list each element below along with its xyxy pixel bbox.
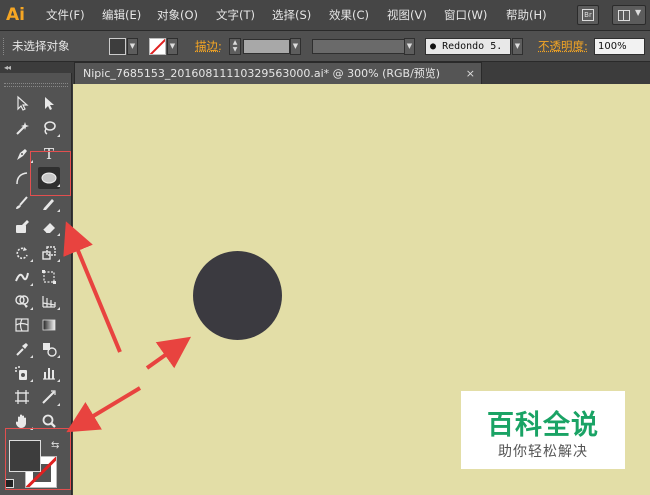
stroke-weight-label[interactable]: 描边:	[195, 31, 222, 61]
tool-flyout-corner-icon	[57, 355, 60, 358]
menu-window[interactable]: 窗口(W)	[444, 0, 487, 31]
mesh-tool-icon[interactable]	[11, 314, 33, 336]
watermark-subtitle: 助你轻松解决	[498, 444, 588, 460]
menu-edit[interactable]: 编辑(E)	[102, 0, 141, 31]
opacity-input[interactable]: 100%	[594, 38, 645, 55]
slice-tool-icon[interactable]	[38, 386, 60, 408]
panel-grip[interactable]	[3, 38, 7, 55]
menu-object[interactable]: 对象(O)	[157, 0, 198, 31]
stroke-weight-input[interactable]	[243, 39, 290, 54]
menu-help[interactable]: 帮助(H)	[506, 0, 547, 31]
selection-tool-icon[interactable]	[11, 92, 33, 114]
menu-effect[interactable]: 效果(C)	[329, 0, 369, 31]
brush-dot-icon: ●	[430, 41, 437, 52]
fill-dropdown-chevron-icon[interactable]: ▼	[127, 38, 138, 55]
brush-chevron-icon[interactable]: ▼	[512, 38, 523, 55]
direct-selection-tool-icon[interactable]	[38, 92, 60, 114]
tool-flyout-corner-icon	[30, 355, 33, 358]
scale-tool-icon[interactable]	[38, 242, 60, 264]
tool-flyout-corner-icon	[30, 307, 33, 310]
magic-wand-tool-icon[interactable]	[11, 117, 33, 139]
menu-view[interactable]: 视图(V)	[387, 0, 427, 31]
bridge-icon: Br	[582, 9, 594, 21]
menu-select[interactable]: 选择(S)	[272, 0, 311, 31]
workspace-grid-icon	[618, 10, 630, 21]
column-graph-tool-icon[interactable]	[38, 362, 60, 384]
app-logo: Ai	[6, 5, 25, 25]
shape-builder-tool-icon[interactable]	[11, 290, 33, 312]
fill-stroke-highlight	[5, 428, 71, 490]
menu-bar: Ai 文件(F) 编辑(E) 对象(O) 文字(T) 选择(S) 效果(C) 视…	[0, 0, 650, 31]
blend-tool-icon[interactable]	[38, 338, 60, 360]
eyedropper-tool-icon[interactable]	[11, 338, 33, 360]
tool-flyout-corner-icon	[57, 209, 60, 212]
tool-flyout-corner-icon	[57, 134, 60, 137]
profile-chevron-icon[interactable]: ▼	[404, 38, 415, 55]
brush-name: Redondo 5.	[442, 41, 503, 52]
ellipse-shape[interactable]	[193, 251, 282, 340]
variable-width-profile-field[interactable]	[312, 39, 405, 54]
tool-flyout-corner-icon	[57, 233, 60, 236]
tool-flyout-corner-icon	[30, 259, 33, 262]
document-tab-title: Nipic_7685153_20160811110329563000.ai* @…	[83, 67, 441, 80]
artboard-tool-icon[interactable]	[11, 386, 33, 408]
perspective-grid-tool-icon[interactable]	[38, 290, 60, 312]
stroke-color-swatch[interactable]	[149, 38, 166, 55]
tool-flyout-corner-icon	[57, 379, 60, 382]
panel-grip[interactable]	[4, 83, 68, 87]
watermark-title: 百科全说	[487, 410, 599, 441]
opacity-label[interactable]: 不透明度:	[538, 31, 588, 61]
tool-flyout-corner-icon	[57, 403, 60, 406]
tool-flyout-corner-icon	[57, 259, 60, 262]
free-transform-tool-icon[interactable]	[38, 266, 60, 288]
chevron-down-icon: ▼	[635, 8, 642, 17]
tool-flyout-corner-icon	[57, 307, 60, 310]
stroke-weight-stepper[interactable]: ▲ ▼	[229, 38, 241, 55]
width-tool-icon[interactable]	[11, 266, 33, 288]
stroke-dropdown-chevron-icon[interactable]: ▼	[167, 38, 178, 55]
lasso-tool-icon[interactable]	[38, 117, 60, 139]
symbol-sprayer-tool-icon[interactable]	[11, 362, 33, 384]
eraser-tool-icon[interactable]	[38, 216, 60, 238]
bridge-button[interactable]: Br	[577, 5, 599, 25]
document-tab[interactable]: Nipic_7685153_20160811110329563000.ai* @…	[74, 62, 482, 84]
brush-definition-field[interactable]: ● Redondo 5.	[425, 38, 511, 55]
tool-flyout-corner-icon	[30, 283, 33, 286]
workspace-switcher-button[interactable]: ▼	[612, 5, 646, 25]
menu-type[interactable]: 文字(T)	[216, 0, 255, 31]
blob-brush-tool-icon[interactable]	[11, 216, 33, 238]
tool-flyout-corner-icon	[30, 379, 33, 382]
watermark-logo: 百科全说 助你轻松解决	[461, 391, 625, 469]
stroke-weight-chevron-icon[interactable]: ▼	[290, 38, 301, 55]
gradient-tool-icon[interactable]	[38, 314, 60, 336]
fill-color-swatch[interactable]	[109, 38, 126, 55]
close-icon[interactable]: ×	[466, 63, 475, 84]
control-bar: 未选择对象 ▼ ▼ 描边: ▲ ▼ ▼ ▼ ● Redondo 5. ▼ 不透明度…	[0, 31, 650, 62]
rotate-tool-icon[interactable]	[11, 242, 33, 264]
collapse-panel-icon[interactable]: ◂◂	[4, 63, 11, 72]
selection-status: 未选择对象	[12, 39, 70, 53]
menu-file[interactable]: 文件(F)	[46, 0, 85, 31]
ellipse-tool-highlight	[30, 151, 71, 196]
